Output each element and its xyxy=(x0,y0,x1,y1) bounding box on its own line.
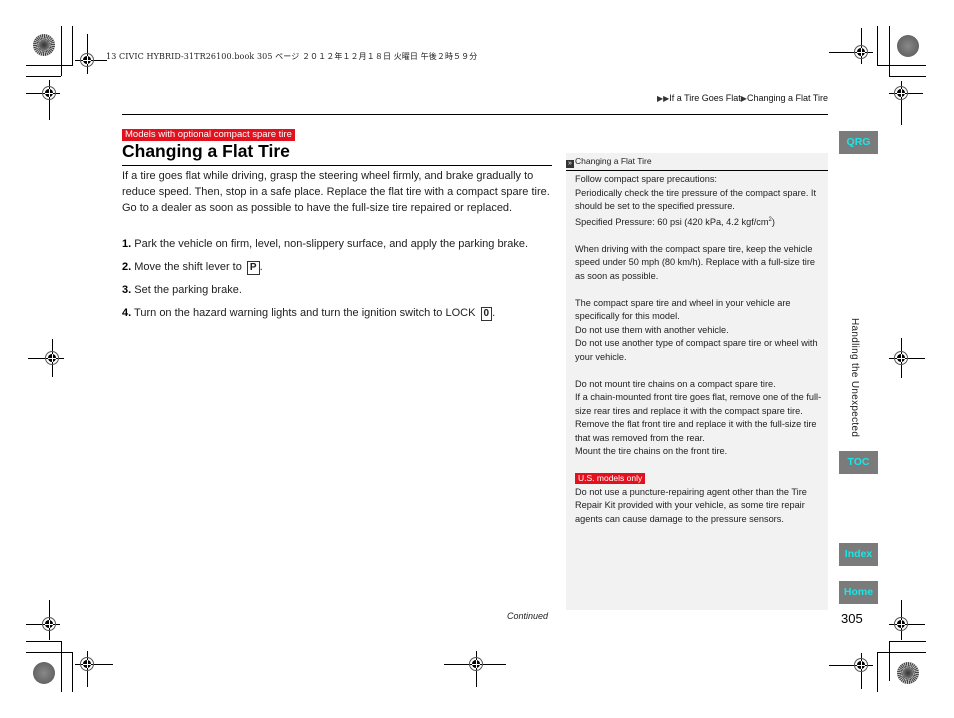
note-line: Periodically check the tire pressure of … xyxy=(575,187,817,212)
print-slug: 13 CIVIC HYBRID-31TR26100.book 305 ページ ２… xyxy=(106,52,478,61)
step-text: Move the shift lever to xyxy=(134,261,242,273)
page-title: Changing a Flat Tire xyxy=(122,141,290,161)
note-line: Do not mount tire chains on a compact sp… xyxy=(575,378,776,389)
model-tag: Models with optional compact spare tire xyxy=(122,129,295,141)
step-text: Park the vehicle on firm, level, non-sli… xyxy=(134,238,529,250)
reference-arrow-icon: » xyxy=(566,160,574,168)
page-number: 305 xyxy=(841,611,863,626)
index-button[interactable]: Index xyxy=(839,543,878,566)
side-note-paragraph: When driving with the compact spare tire… xyxy=(575,243,816,281)
step-number: 3. xyxy=(122,284,132,296)
intro-paragraph: If a tire goes flat while driving, grasp… xyxy=(122,170,550,214)
pressure-end: ) xyxy=(771,216,775,227)
step-item: 1. Park the vehicle on firm, level, non-… xyxy=(122,238,528,250)
step-suffix: . xyxy=(259,261,263,273)
header-rule xyxy=(122,114,828,115)
note-line: Mount the tire chains on the front tire. xyxy=(575,446,728,457)
note-line: Do not use another type of compact spare… xyxy=(575,338,818,362)
note-line: Follow compact spare precautions: xyxy=(575,174,717,184)
side-note-paragraph: Do not mount tire chains on a compact sp… xyxy=(575,378,825,459)
registration-disc-icon xyxy=(897,35,919,57)
step-item: 2. Move the shift lever to P. xyxy=(122,261,263,275)
ignition-lock-0-icon: 0 xyxy=(480,307,493,321)
side-note-rule xyxy=(566,170,828,171)
title-rule xyxy=(122,165,552,166)
side-note-paragraph: Do not use a puncture-repairing agent ot… xyxy=(575,486,807,524)
step-text: Set the parking brake. xyxy=(134,284,242,296)
note-line: Do not use them with another vehicle. xyxy=(575,324,729,335)
pressure-spec: Specified Pressure: 60 psi (420 kPa, 4.2… xyxy=(575,216,769,227)
step-number: 4. xyxy=(122,307,132,319)
side-note-paragraph: The compact spare tire and wheel in your… xyxy=(575,297,825,365)
us-models-tag: U.S. models only xyxy=(575,473,646,485)
step-text: Turn on the hazard warning lights and tu… xyxy=(134,307,476,319)
continued-label: Continued xyxy=(507,611,549,621)
side-note-paragraph: Follow compact spare precautions: Period… xyxy=(575,173,825,229)
step-number: 2. xyxy=(122,261,132,273)
registration-disc-icon xyxy=(33,662,55,684)
step-number: 1. xyxy=(122,238,132,250)
side-note-panel: » Changing a Flat Tire Follow compact spa… xyxy=(566,153,828,610)
step-item: 4. Turn on the hazard warning lights and… xyxy=(122,307,495,321)
breadcrumb-item[interactable]: If a Tire Goes Flat xyxy=(669,93,741,103)
registration-disc-icon xyxy=(33,34,55,56)
side-note-heading[interactable]: » Changing a Flat Tire xyxy=(566,156,652,168)
side-note-heading-text: Changing a Flat Tire xyxy=(575,156,652,166)
note-line: If a chain-mounted front tire goes flat,… xyxy=(575,392,822,443)
breadcrumb-item-current[interactable]: Changing a Flat Tire xyxy=(747,93,828,103)
shift-position-p-icon: P xyxy=(246,261,260,275)
chapter-title: Handling the Unexpected xyxy=(849,318,860,438)
step-suffix: . xyxy=(492,307,496,319)
qrg-button[interactable]: QRG xyxy=(839,131,878,154)
registration-disc-icon xyxy=(897,662,919,684)
home-button[interactable]: Home xyxy=(839,581,878,604)
breadcrumb: ▶▶If a Tire Goes Flat▶Changing a Flat Ti… xyxy=(657,93,828,103)
note-line: The compact spare tire and wheel in your… xyxy=(575,297,791,322)
step-item: 3. Set the parking brake. xyxy=(122,284,242,296)
side-note-body: Follow compact spare precautions: Period… xyxy=(575,173,825,540)
toc-button[interactable]: TOC xyxy=(839,451,878,474)
